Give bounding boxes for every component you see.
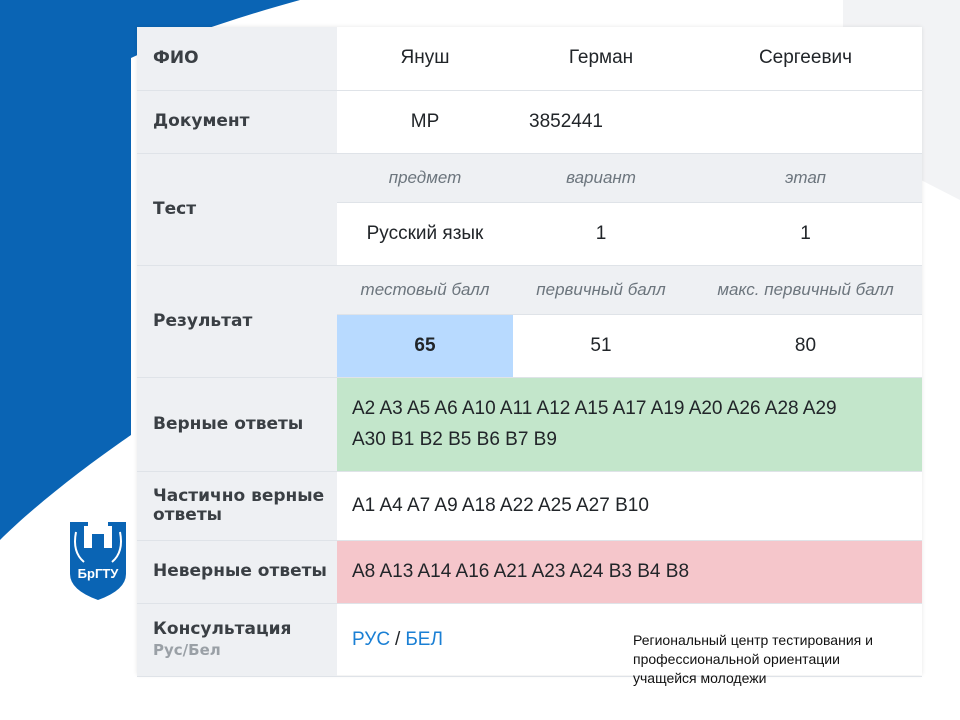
partial-answers-row: Частично верные ответы A1 A4 A7 A9 A18 A… — [137, 471, 922, 541]
result-label: Результат — [137, 265, 337, 378]
consultation-label: Консультация Рус/Бел — [137, 603, 337, 677]
test-label: Тест — [137, 153, 337, 266]
variant-value: 1 — [513, 202, 689, 266]
primary-score-header: первичный балл — [513, 265, 689, 315]
subject-header: предмет — [337, 153, 513, 203]
test-score-value: 65 — [337, 314, 513, 378]
partial-answers-label-line-1: Частично верные — [153, 485, 325, 506]
correct-answers-value: A2 A3 A5 A6 A10 A11 A12 A15 A17 A19 A20 … — [337, 377, 922, 472]
brgtu-logo: БрГТУ — [70, 520, 126, 600]
variant-header: вариант — [513, 153, 689, 203]
results-table: ФИО Януш Герман Сергеевич Документ МР 38… — [137, 27, 922, 677]
correct-answers-line-1: A2 A3 A5 A6 A10 A11 A12 A15 A17 A19 A20 … — [352, 398, 837, 419]
consultation-title: Консультация — [153, 618, 292, 639]
fio-label: ФИО — [137, 27, 337, 91]
footer-line-3: учащейся молодежи — [633, 670, 767, 686]
fio-row: ФИО Януш Герман Сергеевич — [137, 27, 922, 91]
results-card: ФИО Януш Герман Сергеевич Документ МР 38… — [137, 27, 922, 677]
test-header-row: Тест предмет вариант этап — [137, 153, 922, 266]
document-series: МР — [337, 90, 513, 154]
consultation-separator: / — [395, 629, 401, 650]
max-primary-score-value: 80 — [689, 314, 922, 378]
last-name: Януш — [337, 27, 513, 91]
result-header-row: Результат тестовый балл первичный балл м… — [137, 265, 922, 378]
wrong-answers-value: A8 A13 A14 A16 A21 A23 A24 B3 B4 B8 — [337, 540, 922, 604]
stage-header: этап — [689, 153, 922, 203]
logo-text: БрГТУ — [78, 566, 120, 581]
consultation-sublabel: Рус/Бел — [153, 640, 221, 659]
correct-answers-line-2: A30 B1 B2 B5 B6 B7 B9 — [352, 429, 557, 450]
primary-score-value: 51 — [513, 314, 689, 378]
consultation-bel-link[interactable]: БЕЛ — [405, 629, 443, 650]
test-score-header: тестовый балл — [337, 265, 513, 315]
document-label: Документ — [137, 90, 337, 154]
partial-answers-label: Частично верные ответы — [137, 471, 337, 541]
partial-answers-label-line-2: ответы — [153, 504, 223, 525]
partial-answers-value: A1 A4 A7 A9 A18 A22 A25 A27 B10 — [337, 471, 922, 541]
correct-answers-label: Верные ответы — [137, 377, 337, 472]
footer-line-1: Региональный центр тестирования и — [633, 632, 873, 648]
wrong-answers-label: Неверные ответы — [137, 540, 337, 604]
correct-answers-row: Верные ответы A2 A3 A5 A6 A10 A11 A12 A1… — [137, 377, 922, 472]
max-primary-score-header: макс. первичный балл — [689, 265, 922, 315]
document-row: Документ МР 3852441 — [137, 90, 922, 154]
stage-value: 1 — [689, 202, 922, 266]
patronymic: Сергеевич — [689, 27, 922, 91]
document-number: 3852441 — [513, 90, 922, 154]
subject-value: Русский язык — [337, 202, 513, 266]
first-name: Герман — [513, 27, 689, 91]
footer-line-2: профессиональной ориентации — [633, 651, 840, 667]
footer-caption: Региональный центр тестирования и профес… — [633, 631, 923, 688]
consultation-rus-link[interactable]: РУС — [352, 629, 390, 650]
wrong-answers-row: Неверные ответы A8 A13 A14 A16 A21 A23 A… — [137, 540, 922, 604]
